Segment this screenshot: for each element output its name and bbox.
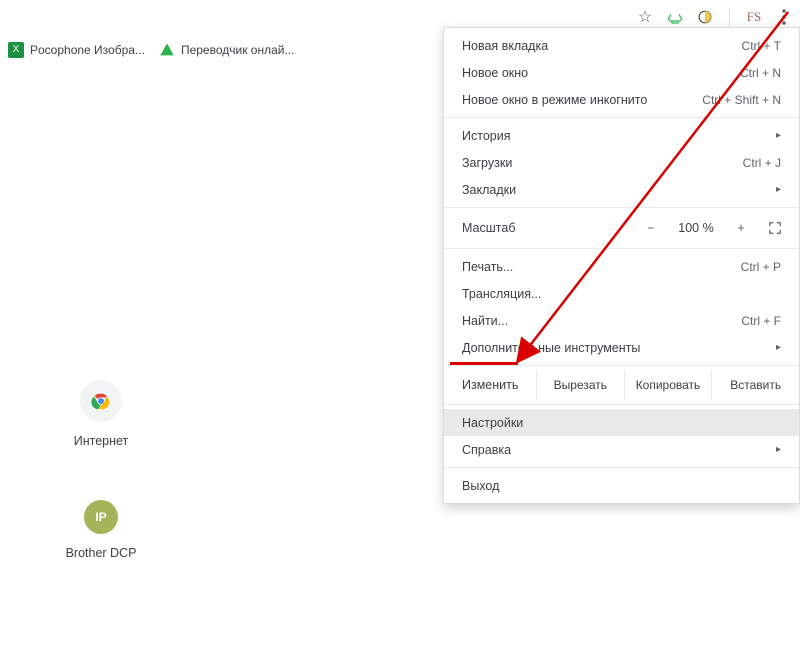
menu-separator — [444, 117, 799, 118]
bookmark-item[interactable]: Переводчик онлай... — [159, 42, 295, 58]
menu-more-tools[interactable]: Дополнительные инструменты ▸ — [444, 334, 799, 361]
menu-help[interactable]: Справка ▸ — [444, 436, 799, 463]
shortcut-brother[interactable]: IP Brother DCP — [26, 500, 176, 560]
chevron-right-icon: ▸ — [776, 184, 781, 195]
chevron-right-icon: ▸ — [776, 444, 781, 455]
menu-label: Трансляция... — [462, 287, 541, 301]
menu-print[interactable]: Печать... Ctrl + P — [444, 253, 799, 280]
menu-find[interactable]: Найти... Ctrl + F — [444, 307, 799, 334]
menu-label: Изменить — [444, 370, 536, 400]
menu-label: Справка — [462, 443, 511, 457]
menu-shortcut: Ctrl + Shift + N — [702, 93, 781, 107]
zoom-in-button[interactable]: + — [729, 216, 753, 240]
menu-zoom-row: Масштаб − 100 % + — [444, 212, 799, 244]
menu-bookmarks[interactable]: Закладки ▸ — [444, 176, 799, 203]
menu-separator — [444, 467, 799, 468]
menu-label: Дополнительные инструменты — [462, 341, 640, 355]
menu-separator — [444, 404, 799, 405]
bookmark-item[interactable]: X Pocophone Изобра... — [8, 42, 145, 58]
toolbar-separator — [729, 8, 730, 26]
bookmark-label: Переводчик онлай... — [181, 43, 295, 57]
menu-new-tab[interactable]: Новая вкладка Ctrl + T — [444, 32, 799, 59]
fullscreen-icon[interactable] — [763, 216, 787, 240]
menu-settings[interactable]: Настройки — [444, 409, 799, 436]
menu-shortcut: Ctrl + P — [741, 260, 781, 274]
edit-cut-button[interactable]: Вырезать — [536, 370, 624, 400]
edit-paste-button[interactable]: Вставить — [711, 370, 799, 400]
menu-label: Выход — [462, 479, 499, 493]
chrome-main-menu: Новая вкладка Ctrl + T Новое окно Ctrl +… — [443, 27, 800, 504]
menu-label: Найти... — [462, 314, 508, 328]
zoom-value: 100 % — [673, 221, 719, 235]
shortcut-label: Brother DCP — [66, 546, 137, 560]
menu-label: Загрузки — [462, 156, 512, 170]
menu-label: Новая вкладка — [462, 39, 548, 53]
shortcut-circle — [80, 380, 122, 422]
menu-separator — [444, 248, 799, 249]
shortcut-label: Интернет — [74, 434, 129, 448]
menu-exit[interactable]: Выход — [444, 472, 799, 499]
menu-label: Новое окно в режиме инкогнито — [462, 93, 647, 107]
menu-label: Настройки — [462, 416, 523, 430]
menu-edit-row: Изменить Вырезать Копировать Вставить — [444, 370, 799, 400]
menu-new-window[interactable]: Новое окно Ctrl + N — [444, 59, 799, 86]
menu-separator — [444, 207, 799, 208]
recycle-extension-icon[interactable] — [665, 7, 685, 27]
bookmark-star-icon[interactable]: ☆ — [635, 7, 655, 27]
menu-shortcut: Ctrl + F — [741, 314, 781, 328]
menu-label: Масштаб — [462, 221, 629, 235]
chevron-right-icon: ▸ — [776, 342, 781, 353]
zoom-out-button[interactable]: − — [639, 216, 663, 240]
more-vert-icon[interactable] — [774, 7, 794, 27]
menu-shortcut: Ctrl + N — [740, 66, 781, 80]
menu-label: Новое окно — [462, 66, 528, 80]
menu-shortcut: Ctrl + T — [742, 39, 781, 53]
ntp-shortcuts: Интернет IP Brother DCP — [26, 380, 176, 612]
menu-history[interactable]: История ▸ — [444, 122, 799, 149]
favicon-translate-icon — [159, 42, 175, 58]
bookmark-label: Pocophone Изобра... — [30, 43, 145, 57]
favicon-xls-icon: X — [8, 42, 24, 58]
chrome-icon — [90, 390, 112, 412]
menu-downloads[interactable]: Загрузки Ctrl + J — [444, 149, 799, 176]
edit-copy-button[interactable]: Копировать — [624, 370, 712, 400]
shortcut-internet[interactable]: Интернет — [26, 380, 176, 448]
menu-label: История — [462, 129, 510, 143]
menu-shortcut: Ctrl + J — [743, 156, 781, 170]
menu-separator — [444, 365, 799, 366]
menu-cast[interactable]: Трансляция... — [444, 280, 799, 307]
ip-badge-icon: IP — [84, 500, 118, 534]
chevron-right-icon: ▸ — [776, 130, 781, 141]
extension-icon[interactable] — [695, 7, 715, 27]
menu-label: Печать... — [462, 260, 513, 274]
fs-extension-icon[interactable]: FS — [744, 7, 764, 27]
menu-label: Закладки — [462, 183, 516, 197]
menu-new-incognito[interactable]: Новое окно в режиме инкогнито Ctrl + Shi… — [444, 86, 799, 113]
